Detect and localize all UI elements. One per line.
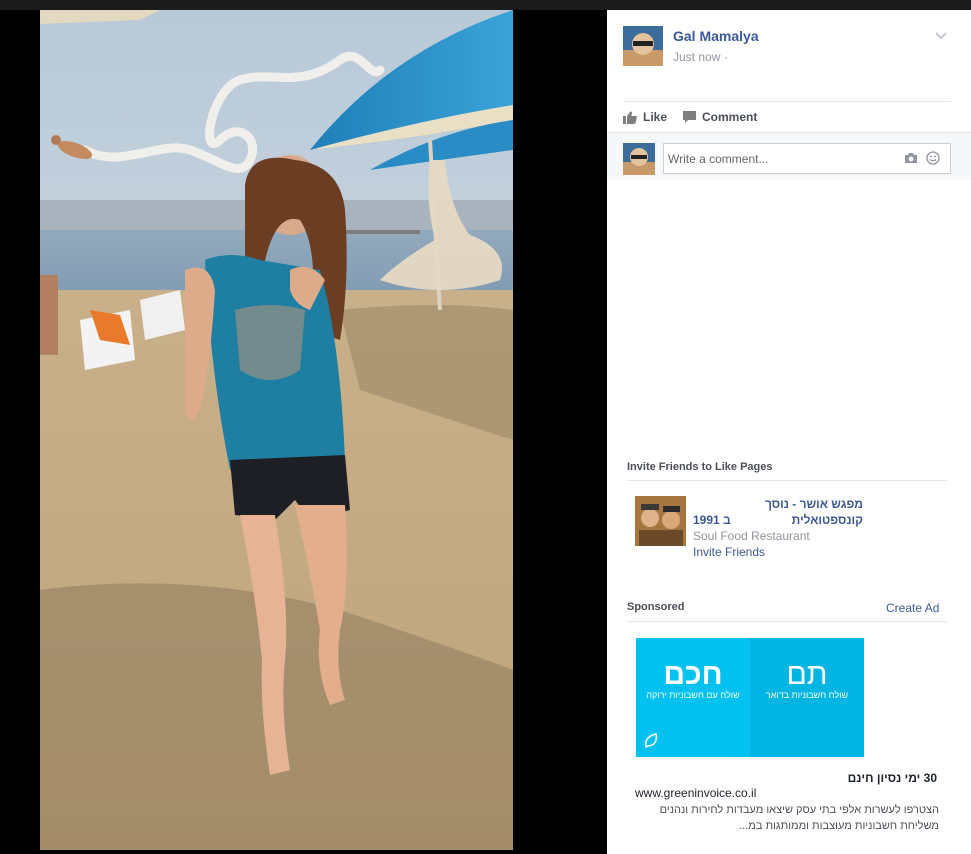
- invite-friends-link[interactable]: Invite Friends: [693, 545, 765, 559]
- sidebar-top-strip: [607, 0, 971, 10]
- comment-label: Comment: [702, 110, 758, 124]
- viewer-avatar-image: [623, 143, 655, 175]
- post-actions: Like Comment: [623, 108, 773, 126]
- create-ad-link[interactable]: Create Ad: [886, 601, 939, 615]
- ad-left-big-text: חכם: [663, 658, 723, 691]
- post-timestamp[interactable]: Just now ·: [673, 50, 728, 64]
- divider: [627, 621, 947, 622]
- speech-bubble-icon: [683, 110, 697, 123]
- beach-photo-illustration: [40, 10, 513, 850]
- thumbs-up-icon: [623, 111, 637, 124]
- author-name[interactable]: Gal Mamalya: [673, 28, 759, 44]
- page-name-line2[interactable]: 1991 ב: [693, 512, 731, 528]
- ad-right-small-text: שולח חשבוניות בדואר: [765, 690, 849, 700]
- leaf-icon: [644, 733, 658, 749]
- ad-description: הצטרפו לעשרות אלפי בתי עסק שיצאו מעבדות …: [659, 804, 939, 832]
- page-category: Soul Food Restaurant: [693, 529, 810, 543]
- page-thumbnail-image: [635, 496, 686, 546]
- photo-viewer: Gal Mamalya Just now · Like Comment Writ…: [0, 0, 971, 854]
- divider: [623, 101, 951, 102]
- viewer-avatar[interactable]: [623, 143, 655, 175]
- ad-right-big-text: תם: [786, 658, 828, 691]
- smiley-icon[interactable]: [926, 151, 940, 165]
- ad-url[interactable]: www.greeninvoice.co.il: [635, 786, 756, 800]
- comment-composer: [607, 132, 971, 180]
- ad-panel-left: חכם שולח עם חשבוניות ירוקה: [636, 638, 750, 757]
- camera-icon[interactable]: [904, 152, 918, 164]
- invite-section-title: Invite Friends to Like Pages: [627, 461, 773, 473]
- page-thumbnail[interactable]: [635, 496, 686, 546]
- divider: [627, 480, 947, 481]
- ad-left-small-text: שולח עם חשבוניות ירוקה: [646, 690, 740, 700]
- like-button[interactable]: Like: [623, 110, 667, 124]
- chevron-down-icon[interactable]: [933, 27, 949, 43]
- ad-image[interactable]: חכם שולח עם חשבוניות ירוקה תם שולח חשבונ…: [636, 638, 864, 757]
- photo[interactable]: [40, 10, 513, 850]
- sponsored-title: Sponsored: [627, 601, 685, 613]
- post-sidebar: Gal Mamalya Just now · Like Comment Writ…: [607, 0, 971, 854]
- comment-button[interactable]: Comment: [683, 110, 757, 124]
- avatar-image: [623, 26, 663, 66]
- author-avatar[interactable]: [623, 26, 663, 66]
- like-label: Like: [643, 110, 668, 124]
- ad-headline[interactable]: 30 ימי נסיון חינם: [635, 771, 937, 785]
- ad-panel-right: תם שולח חשבוניות בדואר: [750, 638, 864, 757]
